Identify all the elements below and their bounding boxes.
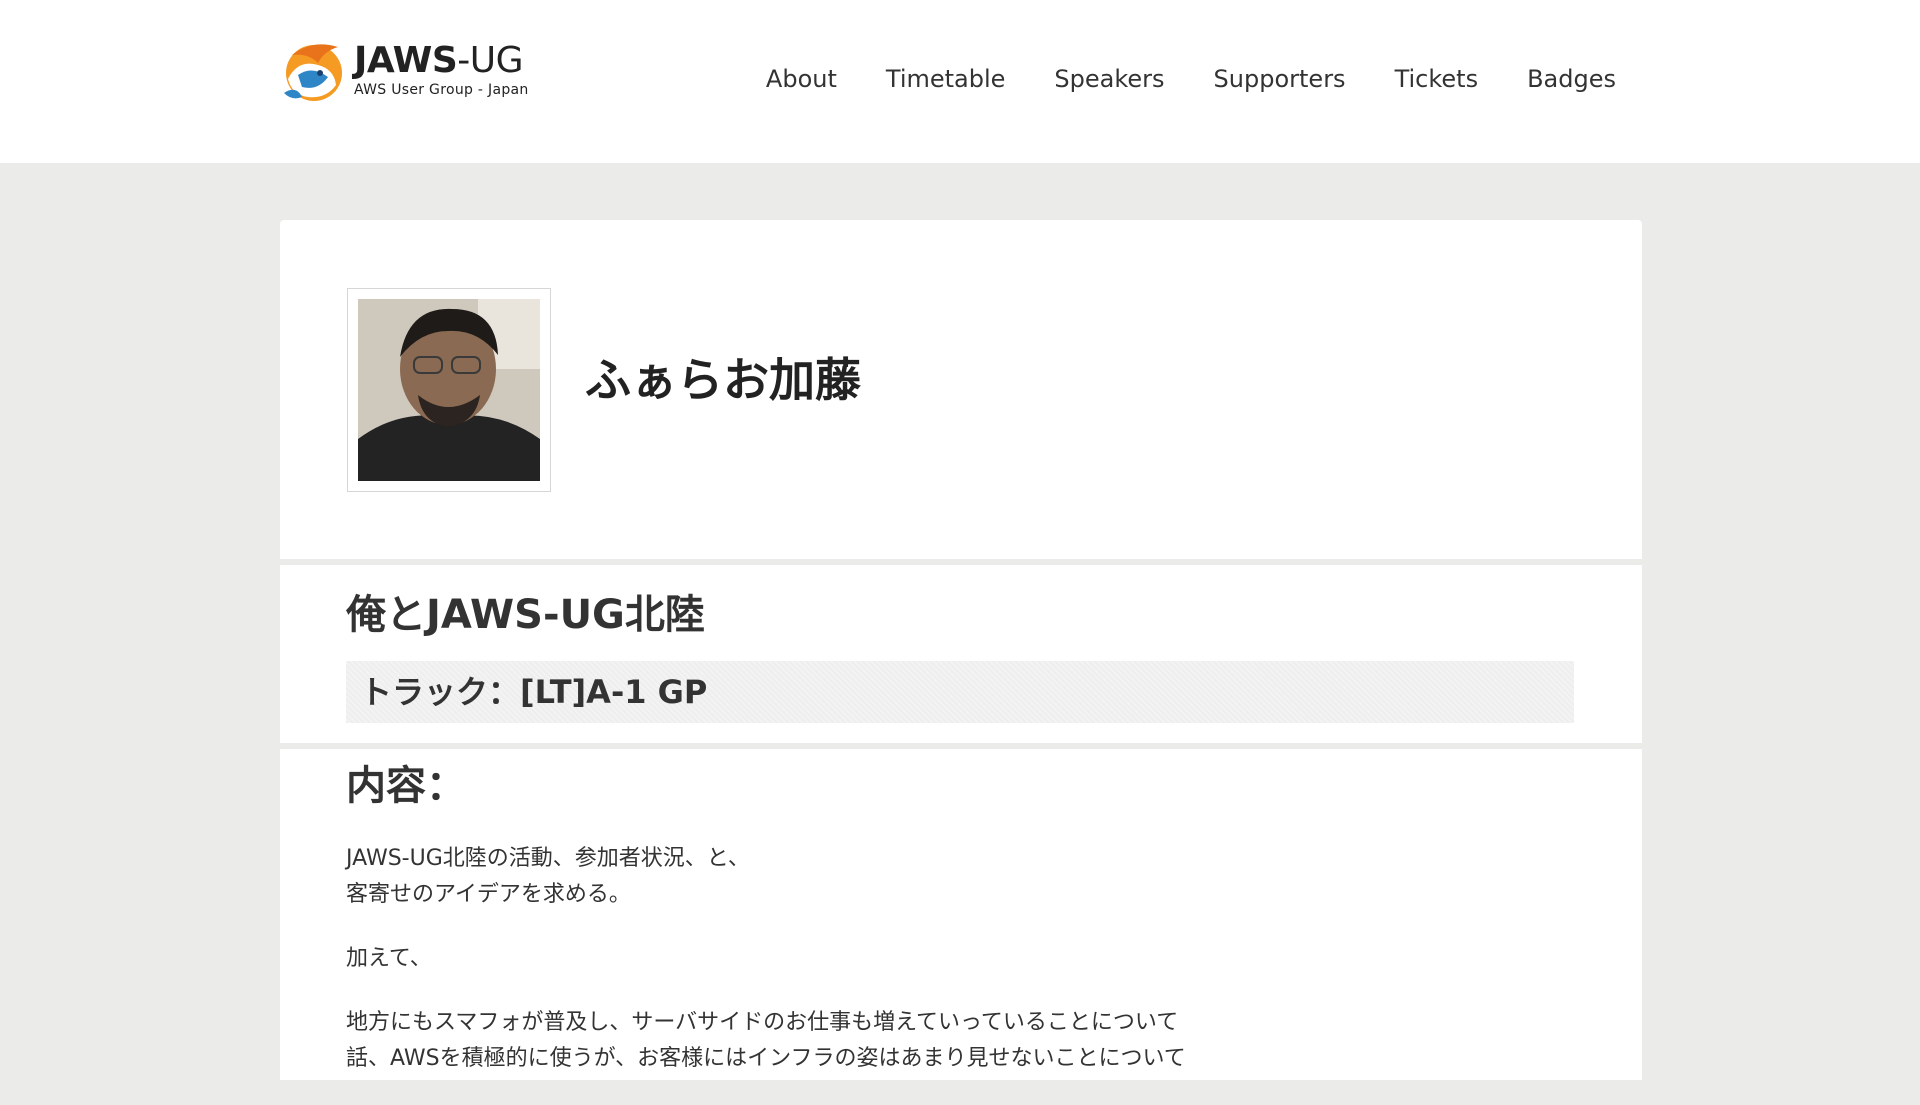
- logo-subtitle: AWS User Group - Japan: [354, 82, 529, 98]
- site-header: JAWS-UG AWS User Group - Japan About Tim…: [0, 0, 1920, 163]
- shark-logo-icon: [278, 35, 346, 105]
- main-nav: About Timetable Speakers Supporters Tick…: [766, 62, 1616, 96]
- talk-title: 俺とJAWS-UG北陸: [346, 592, 705, 638]
- nav-timetable[interactable]: Timetable: [886, 62, 1006, 96]
- nav-speakers[interactable]: Speakers: [1054, 62, 1164, 96]
- speaker-avatar: [347, 288, 551, 492]
- content-body: JAWS-UG北陸の活動、参加者状況、と、 客寄せのアイデアを求める。 加えて、…: [346, 841, 1446, 1105]
- nav-badges[interactable]: Badges: [1527, 62, 1616, 96]
- jaws-ug-logo[interactable]: JAWS-UG AWS User Group - Japan: [278, 32, 538, 107]
- logo-title: JAWS-UG: [354, 40, 524, 81]
- content-heading: 内容：: [346, 763, 466, 809]
- talk-content-card: 内容： JAWS-UG北陸の活動、参加者状況、と、 客寄せのアイデアを求める。 …: [280, 749, 1642, 1080]
- speaker-photo: [358, 299, 540, 481]
- track-label: トラック：[LT]A-1 GP: [346, 661, 1574, 723]
- speaker-profile-card: ふぁらお加藤: [280, 220, 1642, 559]
- nav-about[interactable]: About: [766, 62, 837, 96]
- content-paragraph: 地方にもスマフォが普及し、サーバサイドのお仕事も増えていっていることについて 話…: [346, 1010, 1186, 1071]
- content-paragraph: JAWS-UG北陸の活動、参加者状況、と、 客寄せのアイデアを求める。: [346, 846, 750, 907]
- content-paragraph: 加えて、: [346, 946, 432, 971]
- talk-title-card: 俺とJAWS-UG北陸 トラック：[LT]A-1 GP: [280, 565, 1642, 743]
- nav-supporters[interactable]: Supporters: [1214, 62, 1346, 96]
- nav-tickets[interactable]: Tickets: [1395, 62, 1479, 96]
- speaker-name: ふぁらお加藤: [585, 353, 861, 407]
